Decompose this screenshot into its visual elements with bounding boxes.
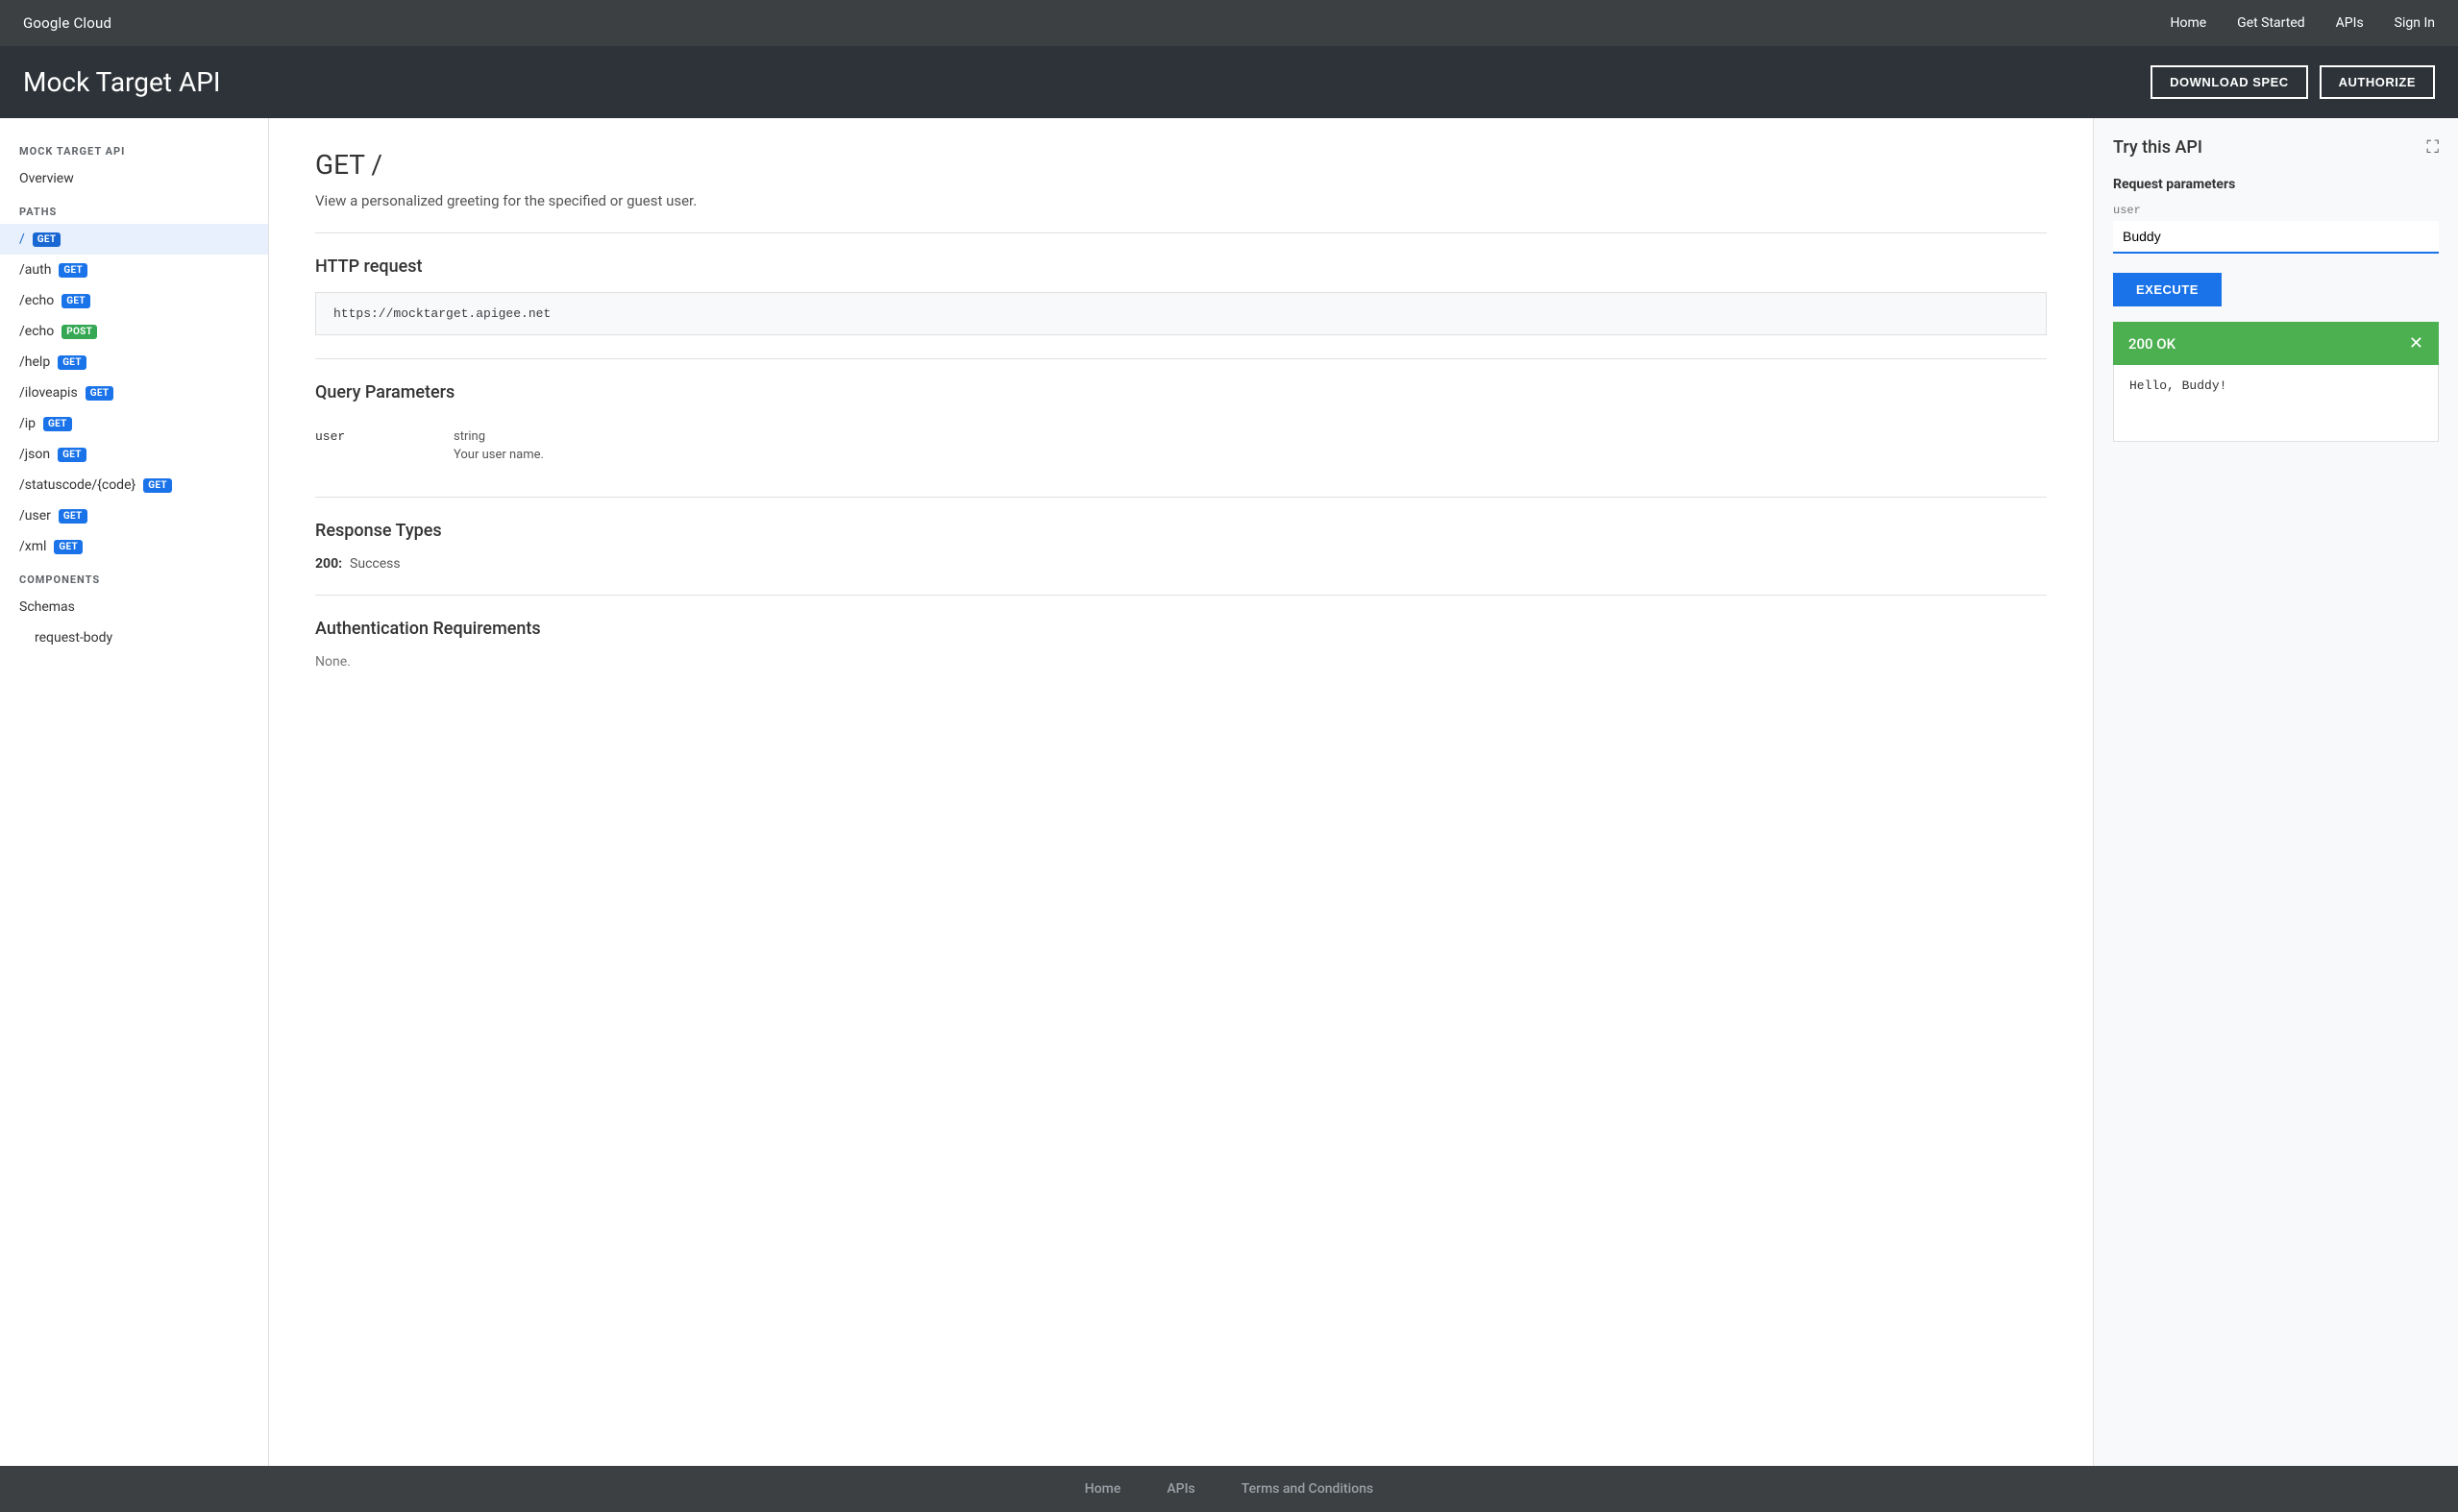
- path-label: /: [19, 232, 25, 247]
- try-panel: Try this API ⛶ Request parameters user E…: [2093, 118, 2458, 1466]
- sidebar-path-ip[interactable]: /ip GET: [0, 408, 268, 439]
- path-label: /user: [19, 508, 51, 524]
- header-buttons: DOWNLOAD SPEC AUTHORIZE: [2151, 65, 2435, 99]
- sidebar-path-root[interactable]: / GET: [0, 224, 268, 255]
- sidebar-schemas[interactable]: Schemas: [0, 592, 268, 622]
- expand-icon[interactable]: ⛶: [2426, 137, 2439, 158]
- sidebar-path-echo-get[interactable]: /echo GET: [0, 285, 268, 316]
- sidebar-components-section: COMPONENTS: [0, 562, 268, 592]
- endpoint-description: View a personalized greeting for the spe…: [315, 192, 2047, 209]
- authorize-button[interactable]: AUTHORIZE: [2320, 65, 2435, 99]
- nav-home[interactable]: Home: [2170, 15, 2206, 31]
- response-types-section: Response Types: [315, 521, 2047, 541]
- footer-home[interactable]: Home: [1085, 1481, 1121, 1497]
- execute-button[interactable]: EXECUTE: [2113, 273, 2222, 306]
- param-details: string Your user name.: [454, 429, 544, 462]
- path-label: /auth: [19, 262, 51, 278]
- method-badge-get: GET: [58, 448, 86, 462]
- response-description: Success: [350, 556, 401, 572]
- sidebar-path-iloveapis[interactable]: /iloveapis GET: [0, 378, 268, 408]
- sidebar-api-title: MOCK TARGET API: [0, 134, 268, 163]
- top-nav-links: Home Get Started APIs Sign In: [2170, 15, 2435, 31]
- request-params-label: Request parameters: [2113, 177, 2439, 192]
- divider-1: [315, 232, 2047, 233]
- top-nav: Google Cloud Home Get Started APIs Sign …: [0, 0, 2458, 46]
- divider-3: [315, 497, 2047, 498]
- method-badge-get: GET: [143, 478, 172, 493]
- sidebar-path-xml[interactable]: /xml GET: [0, 531, 268, 562]
- auth-section: Authentication Requirements: [315, 619, 2047, 639]
- method-badge-get: GET: [61, 294, 90, 308]
- sidebar-paths-section: PATHS: [0, 194, 268, 224]
- download-spec-button[interactable]: DOWNLOAD SPEC: [2151, 65, 2308, 99]
- method-badge-get: GET: [33, 232, 61, 247]
- query-params-section: Query Parameters: [315, 382, 2047, 402]
- param-name: user: [315, 429, 430, 444]
- page-header: Mock Target API DOWNLOAD SPEC AUTHORIZE: [0, 46, 2458, 118]
- path-label: /json: [19, 447, 50, 462]
- param-description: Your user name.: [454, 448, 544, 462]
- http-request-section: HTTP request: [315, 256, 2047, 277]
- response-status-bar: 200 OK ✕: [2113, 322, 2439, 365]
- path-label: /echo: [19, 293, 54, 308]
- sidebar-path-user[interactable]: /user GET: [0, 500, 268, 531]
- sidebar-path-json[interactable]: /json GET: [0, 439, 268, 470]
- brand-name: Google Cloud: [23, 14, 111, 32]
- method-badge-get: GET: [58, 355, 86, 370]
- auth-value: None.: [315, 654, 2047, 670]
- sidebar-schema-request-body[interactable]: request-body: [0, 622, 268, 653]
- try-param-label: user: [2113, 204, 2439, 217]
- method-badge-get: GET: [59, 263, 87, 278]
- method-badge-post: POST: [61, 325, 97, 339]
- response-row: 200: Success: [315, 556, 2047, 572]
- page-title: Mock Target API: [23, 66, 221, 98]
- user-input[interactable]: [2113, 221, 2439, 254]
- schemas-label: Schemas: [19, 599, 75, 615]
- param-type: string: [454, 429, 544, 444]
- response-code: 200:: [315, 556, 342, 572]
- path-label: /echo: [19, 324, 54, 339]
- path-label: /ip: [19, 416, 36, 431]
- try-panel-header: Try this API ⛶: [2113, 137, 2439, 158]
- path-label: /iloveapis: [19, 385, 78, 401]
- footer-apis[interactable]: APIs: [1167, 1481, 1194, 1497]
- response-status: 200 OK: [2128, 335, 2175, 353]
- sidebar-overview[interactable]: Overview: [0, 163, 268, 194]
- footer-terms[interactable]: Terms and Conditions: [1241, 1481, 1373, 1497]
- content-area: GET / View a personalized greeting for t…: [269, 118, 2093, 1466]
- sidebar: MOCK TARGET API Overview PATHS / GET /au…: [0, 118, 269, 1466]
- endpoint-title: GET /: [315, 149, 2047, 181]
- nav-sign-in[interactable]: Sign In: [2395, 15, 2435, 31]
- divider-4: [315, 595, 2047, 596]
- try-panel-title: Try this API: [2113, 137, 2202, 158]
- footer: Home APIs Terms and Conditions: [0, 1466, 2458, 1512]
- divider-2: [315, 358, 2047, 359]
- http-request-url: https://mocktarget.apigee.net: [315, 292, 2047, 335]
- main-layout: MOCK TARGET API Overview PATHS / GET /au…: [0, 118, 2458, 1466]
- schema-item-label: request-body: [35, 630, 112, 646]
- method-badge-get: GET: [86, 386, 114, 401]
- sidebar-path-statuscode[interactable]: /statuscode/{code} GET: [0, 470, 268, 500]
- path-label: /statuscode/{code}: [19, 477, 135, 493]
- path-label: /xml: [19, 539, 46, 554]
- close-icon[interactable]: ✕: [2409, 333, 2423, 354]
- sidebar-path-echo-post[interactable]: /echo POST: [0, 316, 268, 347]
- nav-get-started[interactable]: Get Started: [2237, 15, 2305, 31]
- sidebar-path-auth[interactable]: /auth GET: [0, 255, 268, 285]
- sidebar-path-help[interactable]: /help GET: [0, 347, 268, 378]
- path-label: /help: [19, 354, 50, 370]
- nav-apis[interactable]: APIs: [2336, 15, 2364, 31]
- method-badge-get: GET: [54, 540, 83, 554]
- query-param-row: user string Your user name.: [315, 418, 2047, 474]
- response-body: Hello, Buddy!: [2113, 365, 2439, 442]
- sidebar-overview-label: Overview: [19, 171, 74, 186]
- method-badge-get: GET: [59, 509, 87, 524]
- method-badge-get: GET: [43, 417, 72, 431]
